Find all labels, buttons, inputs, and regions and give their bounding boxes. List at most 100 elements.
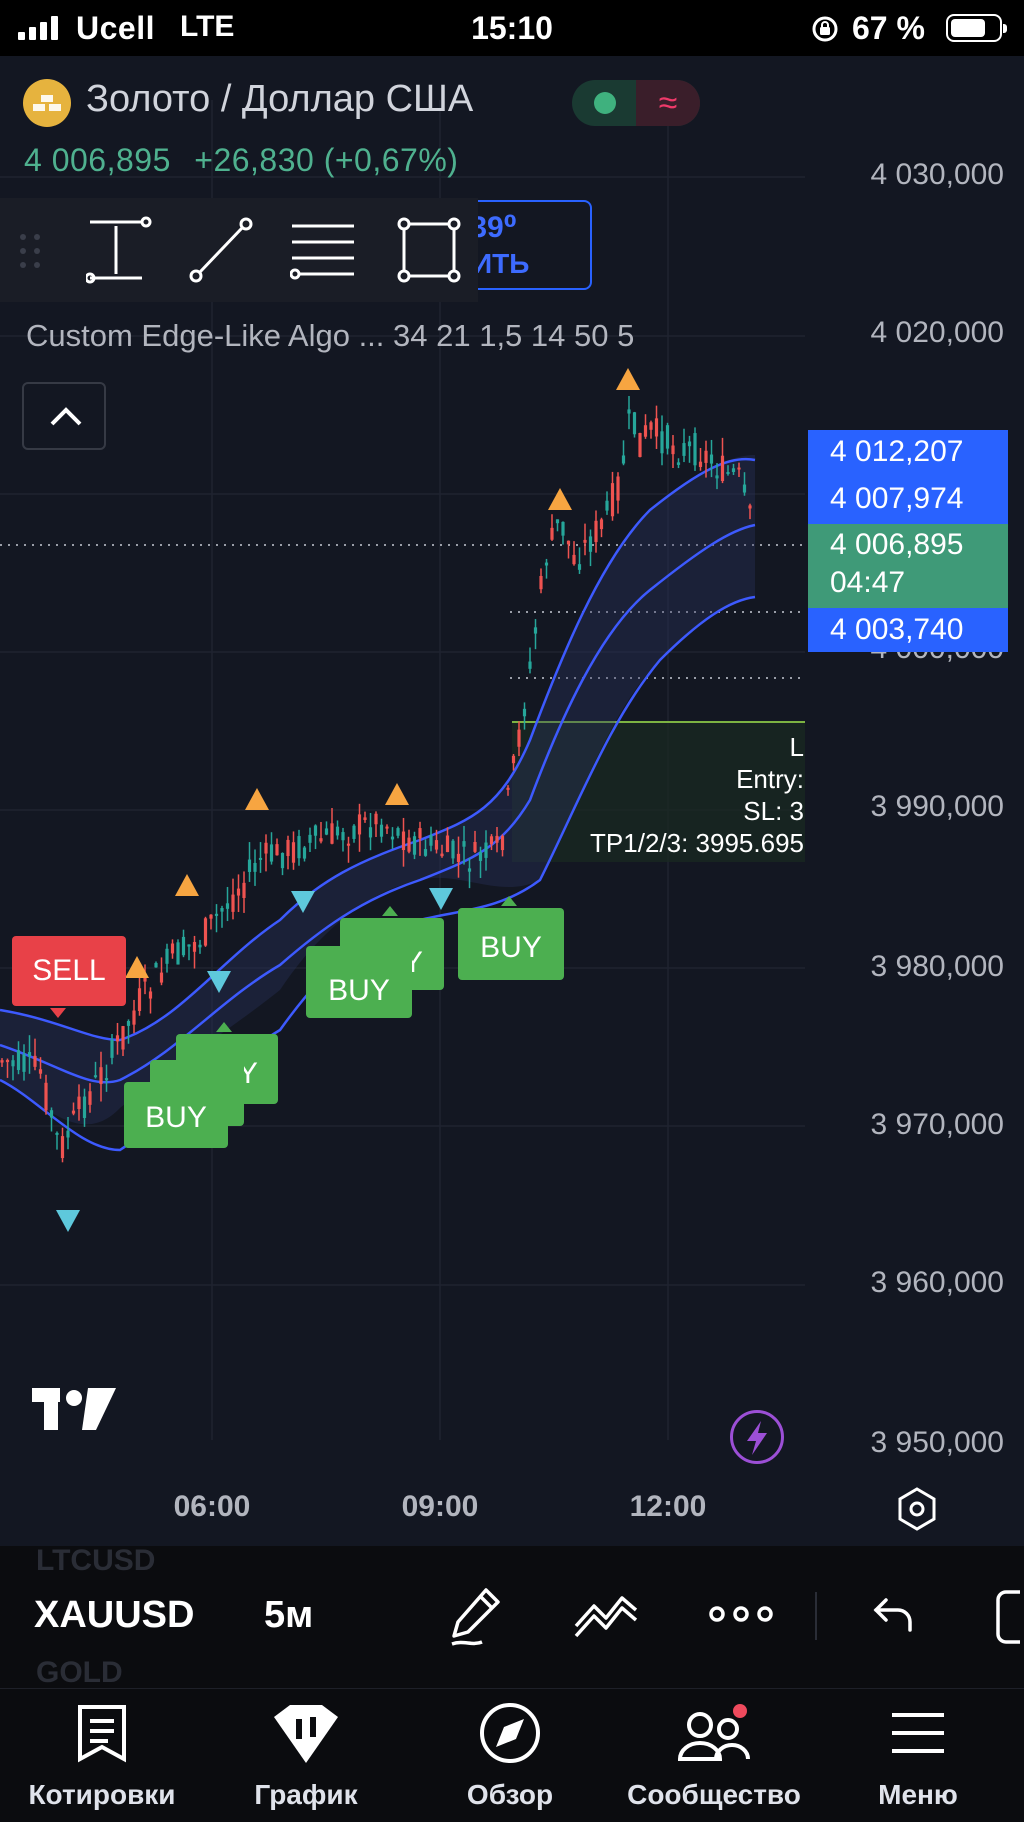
candle-body: [291, 842, 296, 863]
candle-body: [407, 837, 411, 852]
collapse-legend-button[interactable]: [22, 382, 106, 450]
candle-body: [16, 1050, 21, 1070]
candle-body: [121, 1026, 125, 1050]
alerts-button[interactable]: [730, 1410, 784, 1464]
price-axis-label: 3 990,000: [870, 790, 1004, 823]
tab-label: Обзор: [466, 1779, 554, 1810]
rectangle-tool-icon[interactable]: [396, 216, 462, 284]
tab-chart[interactable]: График: [204, 1689, 408, 1822]
candle-body: [236, 888, 241, 896]
candle-body: [418, 828, 422, 839]
parallel-lines-tool-icon[interactable]: [290, 216, 356, 284]
drag-handle-icon[interactable]: [18, 232, 42, 270]
candle-body: [660, 431, 664, 454]
tab-label: Меню: [878, 1779, 958, 1810]
buy-signal-label: BUY: [458, 908, 564, 980]
candle-body: [22, 1054, 26, 1072]
candle-body: [456, 853, 461, 862]
price-axis-label: 3 970,000: [870, 1108, 1004, 1141]
candle-body: [49, 1110, 54, 1118]
price-tag-lower-band: 4 003,740: [808, 608, 1008, 652]
candle-body: [341, 832, 345, 841]
symbol-selector[interactable]: XAUUSD: [34, 1594, 216, 1637]
undo-icon[interactable]: [870, 1592, 914, 1636]
candle-body: [698, 461, 703, 467]
candle-body: [148, 991, 153, 999]
trade-info-sl: SL: 3: [743, 796, 804, 826]
chart-icon: [274, 1705, 338, 1763]
arrow-up-marker: [385, 783, 409, 805]
candle-body: [561, 521, 565, 536]
fullscreen-icon[interactable]: [996, 1590, 1024, 1644]
price-tag-mid-band: 4 007,974: [808, 474, 1008, 524]
wave-icon: ≈: [636, 80, 700, 126]
candle-body: [742, 484, 747, 493]
price-axis-label: 4 020,000: [870, 316, 1004, 349]
candle-body: [434, 840, 439, 850]
candle-body: [599, 519, 604, 530]
candle-body: [44, 1082, 48, 1111]
candle-body: [517, 729, 521, 747]
candle-body: [192, 942, 197, 952]
price-tag-value: 4 007,974: [830, 482, 964, 515]
candle-body: [643, 425, 648, 437]
candle-body: [429, 835, 433, 846]
tab-community[interactable]: Сообщество: [612, 1689, 816, 1822]
tab-quotes[interactable]: Котировки: [0, 1689, 204, 1822]
candle-body: [5, 1059, 10, 1063]
candle-body: [401, 831, 406, 851]
candle-body: [99, 1067, 103, 1085]
candle-body: [550, 527, 554, 540]
candle-body: [231, 894, 235, 912]
candle-body: [621, 455, 626, 464]
candle-body: [88, 1091, 92, 1105]
candle-body: [726, 471, 730, 474]
sell-signal-label: SELL: [12, 936, 126, 1006]
interval-selector[interactable]: 5м: [264, 1594, 313, 1637]
candle-body: [352, 825, 356, 839]
price-change: +26,830 (+0,67%): [194, 142, 459, 178]
candle-body: [566, 540, 571, 545]
candle-body: [720, 455, 725, 482]
price-range-tool-icon[interactable]: [86, 216, 152, 284]
indicator-legend[interactable]: Custom Edge-Like Algo ... 34 21 1,5 14 5…: [26, 318, 634, 354]
next-symbol[interactable]: GOLD: [36, 1656, 123, 1690]
candle-body: [198, 944, 202, 948]
market-status-pill[interactable]: ≈: [572, 80, 700, 126]
chart-settings-icon[interactable]: [894, 1486, 940, 1532]
candle-body: [346, 843, 351, 846]
candle-body: [264, 842, 268, 854]
tab-overview[interactable]: Обзор: [408, 1689, 612, 1822]
candle-body: [324, 828, 329, 835]
candle-body: [71, 1110, 76, 1114]
candle-body: [104, 1078, 109, 1081]
prev-symbol[interactable]: LTCUSD: [36, 1544, 155, 1578]
candle-body: [693, 433, 697, 466]
candle-body: [379, 824, 384, 837]
candle-body: [539, 575, 543, 590]
lightning-icon: [747, 1421, 767, 1455]
candle-body: [225, 903, 230, 909]
price-tag-last-price: 4 006,895 04:47: [808, 524, 1008, 608]
bottom-navigation: Котировки График Обзор Сообщество Меню: [0, 1688, 1024, 1822]
candle-body: [390, 836, 395, 840]
symbol-toolbar: LTCUSD XAUUSD GOLD 5м: [0, 1544, 1024, 1690]
tab-menu[interactable]: Меню: [816, 1689, 1020, 1822]
instrument-title[interactable]: Золото / Доллар США: [86, 78, 473, 121]
candle-body: [308, 834, 312, 843]
gold-symbol-icon: [23, 79, 71, 127]
candle-body: [665, 425, 670, 449]
price-axis-label: 4 030,000: [870, 158, 1004, 191]
indicators-icon[interactable]: [572, 1586, 642, 1642]
time-axis-label: 06:00: [173, 1490, 251, 1523]
candle-body: [632, 412, 637, 435]
price-quote: 4 006,895 +26,830 (+0,67%): [24, 142, 458, 179]
candle-body: [93, 1075, 98, 1078]
trend-line-tool-icon[interactable]: [188, 216, 254, 284]
status-bar: Ucell LTE 15:10 67 %: [0, 0, 1024, 56]
more-icon[interactable]: [708, 1604, 774, 1624]
candle-body: [473, 841, 477, 852]
candle-body: [258, 857, 263, 860]
candle-body: [737, 467, 741, 470]
pen-icon[interactable]: [446, 1584, 506, 1650]
